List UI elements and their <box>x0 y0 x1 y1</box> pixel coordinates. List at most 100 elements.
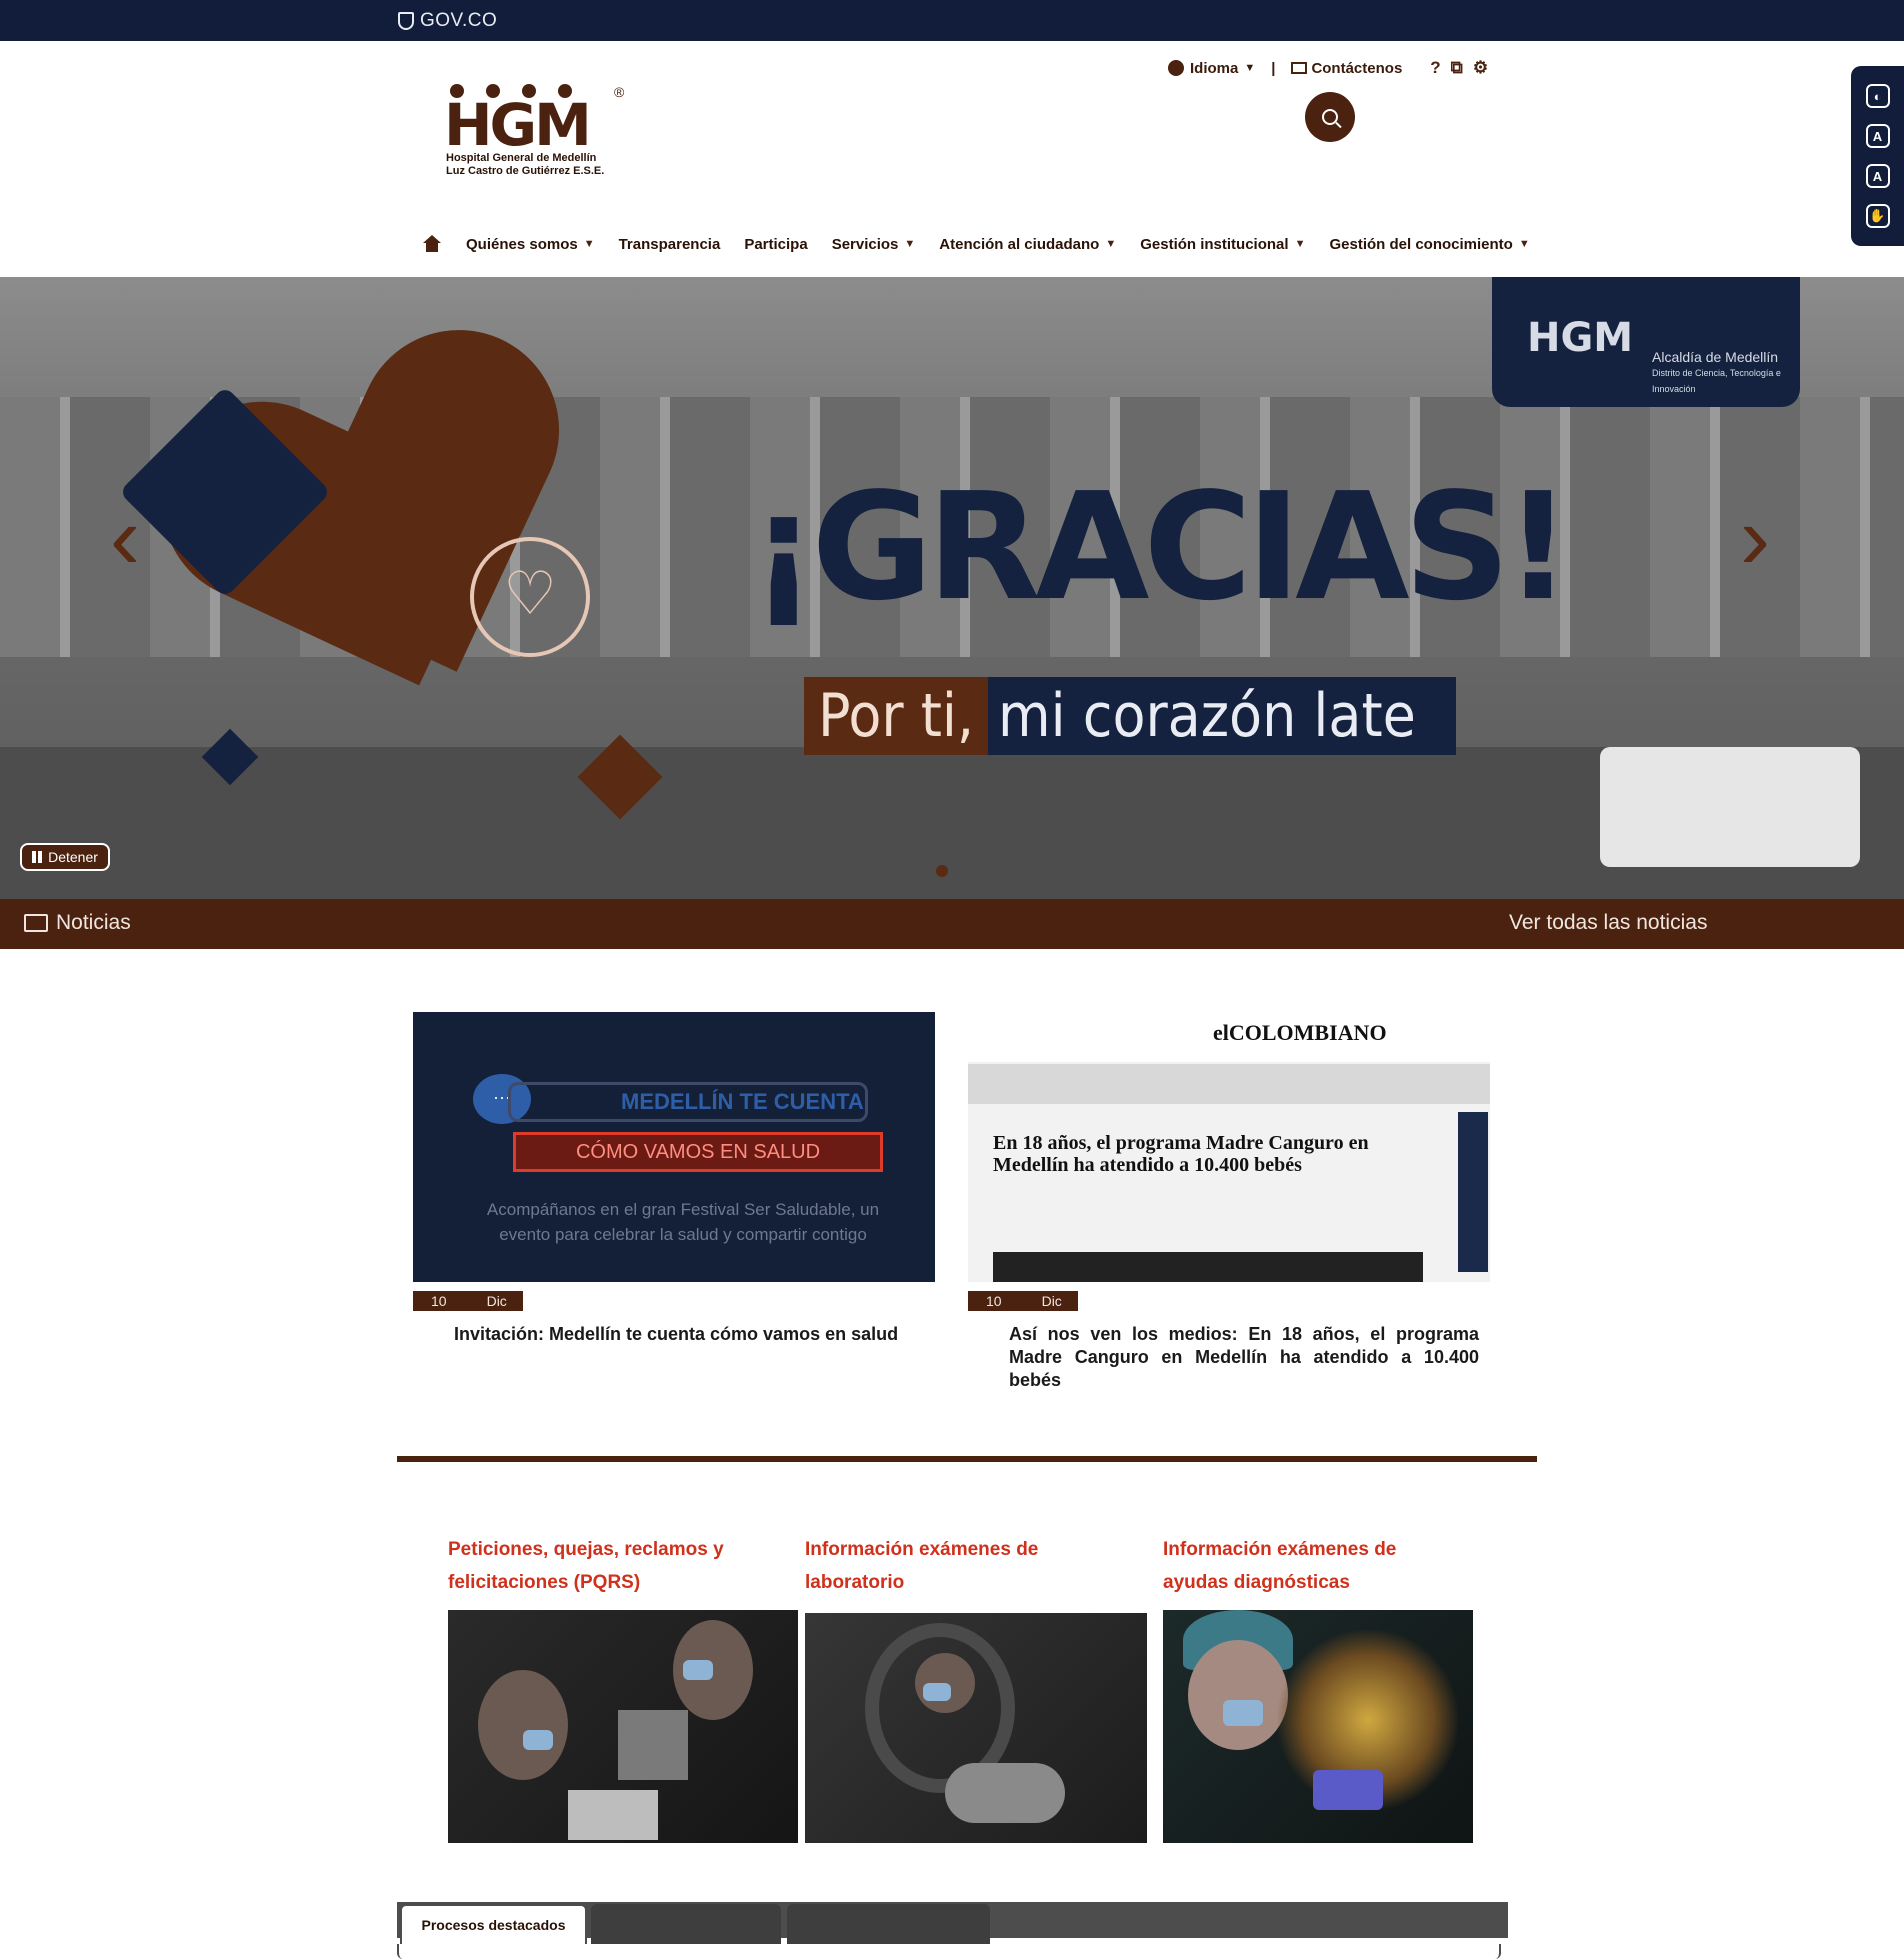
pause-icon <box>32 851 43 863</box>
nav-transparencia[interactable]: Transparencia <box>607 236 733 253</box>
news-month: Dic <box>1041 1293 1062 1309</box>
utility-nav: Idioma ▼ | Contáctenos ? ⧉ ⚙ <box>1168 56 1488 80</box>
carousel-prev-icon[interactable]: ‹ <box>110 487 140 590</box>
img-menu-strip <box>968 1064 1490 1104</box>
stop-label: Detener <box>48 849 98 865</box>
img-pill-text: MEDELLÍN TE CUENTA <box>508 1082 868 1122</box>
decrease-font-icon[interactable]: A <box>1865 124 1890 148</box>
img-newspaper-logo: elCOLOMBIANO <box>1213 1020 1387 1045</box>
news-date: 10 Dic <box>413 1291 523 1311</box>
utility-separator: | <box>1271 59 1276 77</box>
service-title[interactable]: Información exámenes de laboratorio <box>805 1533 1135 1599</box>
hero-partner-badge: HGM Alcaldía de Medellín Distrito de Cie… <box>1492 277 1800 407</box>
nav-gestion-institucional[interactable]: Gestión institucional ▼ <box>1128 236 1317 253</box>
hospital-logo[interactable]: HGM ® Hospital General de Medellín Luz C… <box>444 84 634 188</box>
sitemap-icon[interactable]: ⧉ <box>1451 58 1463 78</box>
tab-third[interactable] <box>787 1904 990 1944</box>
chevron-down-icon: ▼ <box>583 238 595 250</box>
nav-label: Atención al ciudadano <box>939 235 1100 253</box>
badge-alcaldia-name: Alcaldía de Medellín <box>1652 349 1779 365</box>
gov-co-label: GOV.CO <box>420 10 498 31</box>
carousel-indicator[interactable] <box>936 865 948 877</box>
monitor-graphic <box>568 1790 658 1840</box>
hero-tagline-part-a: Por ti, <box>804 677 989 755</box>
logo-line-1: Hospital General de Medellín <box>446 152 597 164</box>
chevron-down-icon: ▼ <box>1294 238 1306 250</box>
tab-panel <box>397 1944 1501 1959</box>
service-ayudas-diagnosticas[interactable]: Información exámenes de ayudas diagnósti… <box>1163 1533 1473 1843</box>
tab-second[interactable] <box>591 1904 781 1944</box>
news-title-link[interactable]: Invitación: Medellín te cuenta cómo vamo… <box>454 1323 924 1346</box>
badge-alcaldia: Alcaldía de Medellín Distrito de Ciencia… <box>1652 349 1792 397</box>
nav-label: Quiénes somos <box>466 235 578 253</box>
accessibility-panel: ◐ A A ✋ <box>1851 66 1904 246</box>
news-date: 10 Dic <box>968 1291 1078 1311</box>
news-card[interactable]: elCOLOMBIANO En 18 años, el programa Mad… <box>968 1012 1490 1390</box>
news-card[interactable]: ··· MEDELLÍN TE CUENTA CÓMO VAMOS EN SAL… <box>413 1012 935 1344</box>
contact-label: Contáctenos <box>1311 59 1403 77</box>
tab-procesos-destacados[interactable]: Procesos destacados <box>400 1904 587 1944</box>
carousel-stop-button[interactable]: Detener <box>20 843 110 871</box>
chevron-down-icon: ▼ <box>1518 238 1530 250</box>
news-month: Dic <box>486 1293 507 1309</box>
mask-graphic <box>1223 1700 1263 1726</box>
gov-co-link[interactable]: GOV.CO <box>398 9 497 33</box>
news-bar: Noticias Ver todas las noticias <box>0 899 1904 949</box>
news-image: ··· MEDELLÍN TE CUENTA CÓMO VAMOS EN SAL… <box>413 1012 935 1282</box>
mask-graphic <box>523 1730 553 1750</box>
nav-quienes-somos[interactable]: Quiénes somos ▼ <box>454 236 607 253</box>
img-masthead: elCOLOMBIANO <box>968 1012 1490 1062</box>
service-pqrs[interactable]: Peticiones, quejas, reclamos y felicitac… <box>448 1533 798 1843</box>
search-button[interactable] <box>1305 92 1355 142</box>
contact-link[interactable]: Contáctenos <box>1291 60 1402 77</box>
hero-tagline: Por ti, mi corazón late <box>804 677 1456 755</box>
contrast-icon[interactable]: ◐ <box>1865 84 1890 108</box>
service-title[interactable]: Información exámenes de ayudas diagnósti… <box>1163 1533 1463 1599</box>
nav-servicios[interactable]: Servicios ▼ <box>820 236 928 253</box>
sign-language-icon[interactable]: ✋ <box>1865 204 1890 228</box>
help-icon[interactable]: ? <box>1430 58 1440 78</box>
mask-graphic <box>923 1683 951 1701</box>
see-all-news-link[interactable]: Ver todas las noticias <box>1509 911 1707 935</box>
hero-headline: ¡GRACIAS! <box>750 461 1572 633</box>
service-laboratorio[interactable]: Información exámenes de laboratorio <box>805 1533 1147 1843</box>
news-day: 10 <box>431 1293 447 1309</box>
language-selector[interactable]: Idioma ▼ <box>1168 60 1255 77</box>
chevron-down-icon: ▼ <box>1105 238 1117 250</box>
service-photo[interactable] <box>805 1613 1147 1843</box>
img-side-strip <box>1458 1112 1488 1272</box>
processes-tabs: Procesos destacados <box>397 1902 1508 1959</box>
nav-gestion-conocimiento[interactable]: Gestión del conocimiento ▼ <box>1317 236 1541 253</box>
img-red-text: CÓMO VAMOS EN SALUD <box>513 1132 883 1172</box>
monitor-graphic <box>618 1710 688 1780</box>
img-headline: En 18 años, el programa Madre Canguro en… <box>993 1132 1369 1176</box>
main-nav: Quiénes somos ▼ Transparencia Participa S… <box>410 230 1542 258</box>
service-photo[interactable] <box>1163 1610 1473 1843</box>
envelope-icon <box>1291 62 1308 74</box>
increase-font-icon[interactable]: A <box>1865 164 1890 188</box>
nav-home[interactable] <box>410 235 454 253</box>
nav-participa[interactable]: Participa <box>732 236 819 253</box>
nav-label: Servicios <box>831 235 899 253</box>
news-day: 10 <box>986 1293 1002 1309</box>
badge-alcaldia-sub: Distrito de Ciencia, Tecnología e Innova… <box>1652 368 1781 394</box>
chevron-down-icon: ▼ <box>1244 62 1256 74</box>
heart-ring-icon <box>470 537 590 657</box>
newspaper-icon <box>24 914 48 932</box>
glove-graphic <box>1313 1770 1383 1810</box>
hero-bed <box>1600 747 1860 867</box>
nav-atencion-ciudadano[interactable]: Atención al ciudadano ▼ <box>927 236 1128 253</box>
logo-line-2: Luz Castro de Gutiérrez E.S.E. <box>446 165 605 177</box>
search-icon <box>1322 109 1338 125</box>
nav-label: Participa <box>744 235 808 253</box>
gov-bar: GOV.CO <box>0 0 1904 41</box>
nav-label: Gestión del conocimiento <box>1329 235 1513 253</box>
blanket-graphic <box>945 1763 1065 1823</box>
gear-icon[interactable]: ⚙ <box>1473 58 1488 78</box>
nav-label: Transparencia <box>618 235 721 253</box>
news-title: Noticias <box>24 911 131 935</box>
news-title-link[interactable]: Así nos ven los medios: En 18 años, el p… <box>1009 1323 1479 1392</box>
service-photo[interactable] <box>448 1610 798 1843</box>
carousel-next-icon[interactable]: › <box>1740 487 1770 590</box>
service-title[interactable]: Peticiones, quejas, reclamos y felicitac… <box>448 1533 748 1599</box>
